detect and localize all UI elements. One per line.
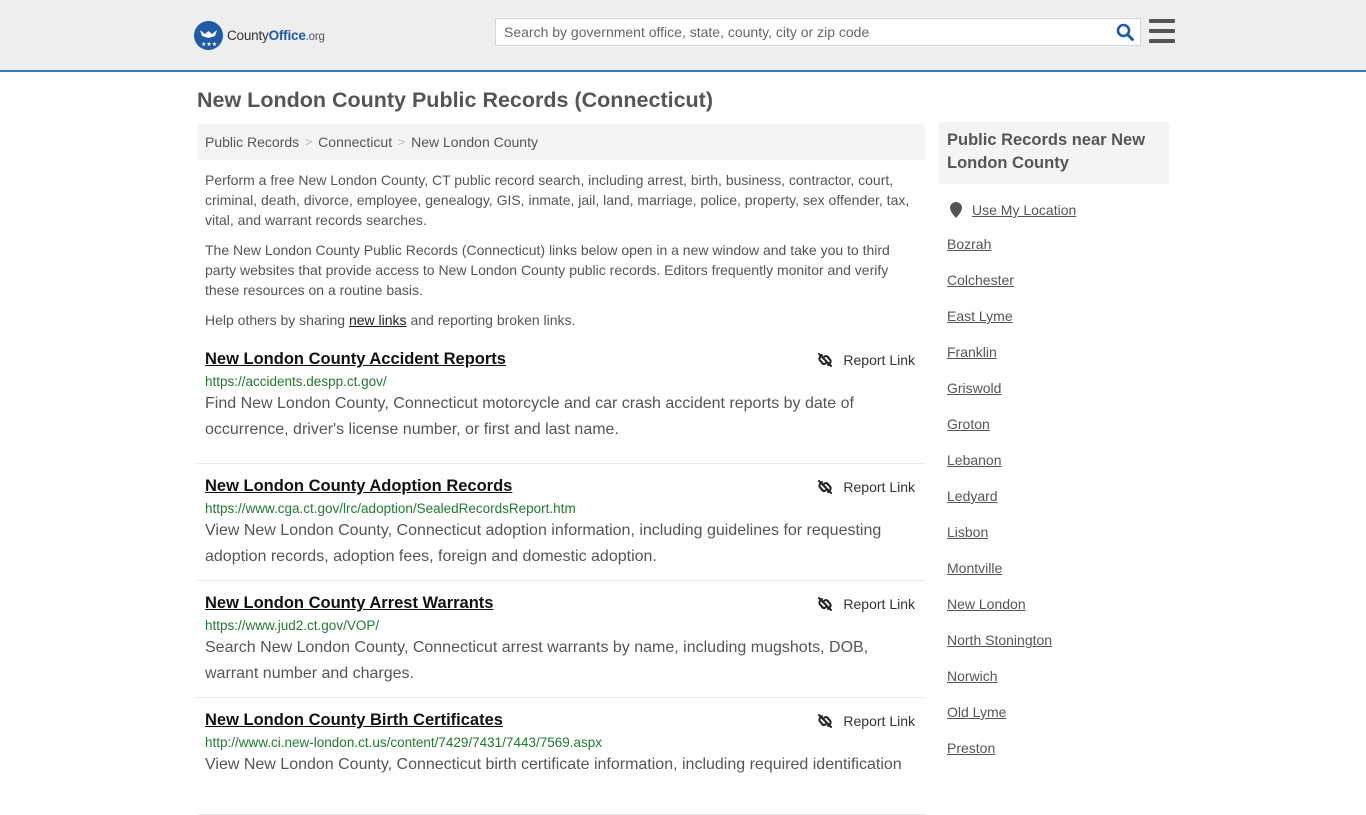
breadcrumb-public-records[interactable]: Public Records (205, 134, 299, 150)
breadcrumb-connecticut[interactable]: Connecticut (318, 134, 392, 150)
sidebar-town-bozrah[interactable]: Bozrah (947, 236, 1076, 256)
menu-bar (1149, 29, 1175, 33)
record-item: New London County Birth Certificates Rep… (197, 698, 925, 815)
logo-text-office: Office (268, 27, 306, 43)
breadcrumb-current: New London County (411, 134, 538, 150)
sidebar-town-lisbon[interactable]: Lisbon (947, 524, 1076, 544)
intro-paragraph-3: Help others by sharing new links and rep… (205, 310, 920, 330)
record-title-link[interactable]: New London County Birth Certificates (205, 711, 503, 730)
hamburger-menu-icon[interactable] (1149, 19, 1175, 43)
report-link-label: Report Link (843, 596, 915, 612)
breadcrumb-separator: > (305, 135, 313, 149)
broken-link-icon (818, 597, 833, 611)
sidebar-town-ledyard[interactable]: Ledyard (947, 488, 1076, 508)
use-my-location-link[interactable]: Use My Location (972, 202, 1076, 218)
record-item: New London County Adoption Records Repor… (197, 464, 925, 581)
sidebar-town-franklin[interactable]: Franklin (947, 344, 1076, 364)
sidebar-town-north-stonington[interactable]: North Stonington (947, 632, 1076, 652)
eagle-logo-icon: ★★★ (194, 20, 223, 50)
sidebar-town-list: Use My Location Bozrah Colchester East L… (947, 200, 1076, 776)
record-item: New London County Arrest Warrants Report… (197, 581, 925, 698)
report-link-button[interactable]: Report Link (817, 352, 915, 368)
sidebar-town-montville[interactable]: Montville (947, 560, 1076, 580)
search-button[interactable] (1110, 19, 1140, 45)
record-title-link[interactable]: New London County Arrest Warrants (205, 594, 493, 613)
search-icon (1116, 23, 1134, 41)
report-link-button[interactable]: Report Link (817, 596, 915, 612)
intro-text: Perform a free New London County, CT pub… (205, 170, 920, 340)
record-description: Search New London County, Connecticut ar… (205, 639, 869, 682)
svg-text:★★★: ★★★ (201, 41, 217, 48)
intro-help-text-end: and reporting broken links. (406, 312, 576, 328)
broken-link-icon (818, 714, 833, 728)
record-url[interactable]: http://www.ci.new-london.ct.us/content/7… (205, 735, 917, 750)
intro-help-text: Help others by sharing (205, 312, 349, 328)
page-title: New London County Public Records (Connec… (197, 88, 713, 112)
sidebar-heading: Public Records near New London County (939, 122, 1169, 184)
report-link-button[interactable]: Report Link (817, 479, 915, 495)
map-marker-icon (950, 202, 962, 218)
sidebar-town-norwich[interactable]: Norwich (947, 668, 1076, 688)
record-description: Find New London County, Connecticut moto… (205, 395, 854, 438)
sidebar-town-colchester[interactable]: Colchester (947, 272, 1076, 292)
new-links-link[interactable]: new links (349, 312, 407, 328)
record-title-link[interactable]: New London County Adoption Records (205, 477, 512, 496)
logo-text-org: .org (305, 30, 325, 43)
record-description: View New London County, Connecticut birt… (205, 756, 902, 773)
report-link-label: Report Link (843, 352, 915, 368)
broken-link-icon (818, 353, 833, 367)
report-link-label: Report Link (843, 479, 915, 495)
search-bar (495, 18, 1141, 46)
broken-link-icon (818, 480, 833, 494)
record-title-link[interactable]: New London County Accident Reports (205, 350, 506, 369)
sidebar-town-east-lyme[interactable]: East Lyme (947, 308, 1076, 328)
sidebar-town-lebanon[interactable]: Lebanon (947, 452, 1076, 472)
breadcrumb: Public Records > Connecticut > New Londo… (197, 124, 925, 160)
menu-bar (1149, 19, 1175, 23)
record-url[interactable]: https://accidents.despp.ct.gov/ (205, 374, 917, 389)
records-list: New London County Accident Reports Repor… (197, 347, 925, 815)
logo-text-county: County (227, 27, 269, 43)
sidebar-town-griswold[interactable]: Griswold (947, 380, 1076, 400)
menu-bar (1149, 39, 1175, 43)
sidebar-town-groton[interactable]: Groton (947, 416, 1076, 436)
record-url[interactable]: https://www.cga.ct.gov/lrc/adoption/Seal… (205, 501, 917, 516)
record-item: New London County Accident Reports Repor… (197, 347, 925, 464)
use-my-location: Use My Location (950, 200, 1076, 220)
intro-paragraph-2: The New London County Public Records (Co… (205, 242, 890, 298)
breadcrumb-separator: > (398, 135, 406, 149)
site-header: ★★★ CountyOffice.org (0, 0, 1366, 72)
search-input[interactable] (496, 19, 1110, 45)
intro-paragraph-1: Perform a free New London County, CT pub… (205, 172, 910, 228)
sidebar-town-preston[interactable]: Preston (947, 740, 1076, 760)
record-url[interactable]: https://www.jud2.ct.gov/VOP/ (205, 618, 917, 633)
site-logo[interactable]: ★★★ CountyOffice.org (194, 20, 325, 50)
record-description: View New London County, Connecticut adop… (205, 522, 882, 565)
report-link-label: Report Link (843, 713, 915, 729)
sidebar-town-new-london[interactable]: New London (947, 596, 1076, 616)
sidebar-town-old-lyme[interactable]: Old Lyme (947, 704, 1076, 724)
report-link-button[interactable]: Report Link (817, 713, 915, 729)
logo-text: CountyOffice.org (227, 28, 325, 43)
